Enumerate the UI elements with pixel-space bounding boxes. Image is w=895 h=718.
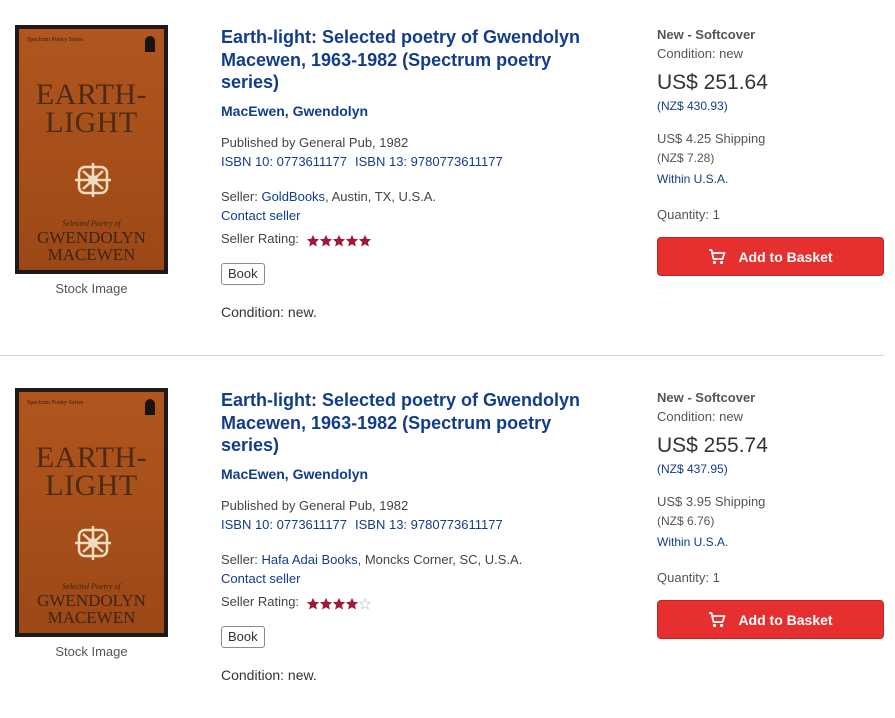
stock-image-caption: Stock Image <box>55 281 128 296</box>
cart-icon <box>709 611 726 627</box>
binding-type: New - Softcover <box>657 390 756 405</box>
converted-price[interactable]: (NZ$ 430.93) <box>657 99 728 113</box>
seller-rating: Seller Rating: <box>221 231 372 247</box>
search-result-listing: Spectrum Poetry Series EARTH- LIGHT Sele… <box>0 363 895 718</box>
publisher-info: Published by General Pub, 1982 <box>221 135 409 150</box>
quantity-label: Quantity: 1 <box>657 570 720 585</box>
cover-author: GWENDOLYN MACEWEN <box>19 229 164 263</box>
isbn10-link[interactable]: ISBN 10: 0773611177 <box>221 154 347 169</box>
star-filled-icon <box>345 597 358 610</box>
isbn-info: ISBN 10: 0773611177 ISBN 13: 978077361117… <box>221 154 503 169</box>
seller-name-link[interactable]: Hafa Adai Books <box>261 552 357 567</box>
star-filled-icon <box>345 234 358 247</box>
seller-info: Seller: Hafa Adai Books, Moncks Corner, … <box>221 552 522 567</box>
seller-info: Seller: GoldBooks, Austin, TX, U.S.A. <box>221 189 436 204</box>
isbn10-link[interactable]: ISBN 10: 0773611177 <box>221 517 347 532</box>
format-badge: Book <box>221 626 265 648</box>
seller-location: , Austin, TX, U.S.A. <box>325 189 437 204</box>
cover-author-line: MACEWEN <box>47 608 136 627</box>
seller-rating-label: Seller Rating: <box>221 231 300 246</box>
search-result-listing: Spectrum Poetry Series EARTH- LIGHT Sele… <box>0 0 895 355</box>
condition-label: Condition: new <box>657 409 743 424</box>
isbn13-link[interactable]: ISBN 13: 9780773611177 <box>355 154 503 169</box>
seller-name-link[interactable]: GoldBooks <box>261 189 325 204</box>
converted-price[interactable]: (NZ$ 437.95) <box>657 462 728 476</box>
seller-rating-stars[interactable] <box>306 232 372 247</box>
star-filled-icon <box>319 597 332 610</box>
stock-image-caption: Stock Image <box>55 644 128 659</box>
condition-note: Condition: new. <box>221 667 317 683</box>
seller-rating-stars[interactable] <box>306 595 372 610</box>
book-cover-image[interactable]: Spectrum Poetry Series EARTH- LIGHT Sele… <box>15 388 168 637</box>
cover-title: EARTH- LIGHT <box>19 78 164 139</box>
format-badge: Book <box>221 263 265 285</box>
cover-title: EARTH- LIGHT <box>19 441 164 502</box>
publisher-info: Published by General Pub, 1982 <box>221 498 409 513</box>
cover-title-line: EARTH- <box>35 441 148 474</box>
add-to-basket-button[interactable]: Add to Basket <box>657 600 884 639</box>
seller-rating: Seller Rating: <box>221 594 372 610</box>
author-name: MacEwen, Gwendolyn <box>221 103 369 119</box>
cover-author-line: MACEWEN <box>47 245 136 264</box>
seller-rating-label: Seller Rating: <box>221 594 300 609</box>
star-filled-icon <box>306 234 319 247</box>
shipping-destination-link[interactable]: Within U.S.A. <box>657 172 728 186</box>
isbn-info: ISBN 10: 0773611177 ISBN 13: 978077361117… <box>221 517 503 532</box>
cover-title-line: LIGHT <box>45 469 138 502</box>
publisher-logo <box>145 399 155 415</box>
add-to-basket-label: Add to Basket <box>738 248 833 265</box>
cover-title-line: EARTH- <box>35 78 148 111</box>
book-title-link[interactable]: Earth-light: Selected poetry of Gwendoly… <box>221 26 601 94</box>
cover-series: Spectrum Poetry Series <box>27 37 84 43</box>
cover-series: Spectrum Poetry Series <box>27 400 84 406</box>
shipping-cost: US$ 4.25 Shipping <box>657 131 766 146</box>
star-filled-icon <box>358 234 371 247</box>
condition-note: Condition: new. <box>221 304 317 320</box>
converted-shipping: (NZ$ 7.28) <box>657 151 715 165</box>
cover-author: GWENDOLYN MACEWEN <box>19 592 164 626</box>
star-filled-icon <box>319 234 332 247</box>
add-to-basket-label: Add to Basket <box>738 611 833 628</box>
star-empty-icon <box>358 597 371 610</box>
price: US$ 251.64 <box>657 71 768 94</box>
shipping-cost: US$ 3.95 Shipping <box>657 494 766 509</box>
book-cover-image[interactable]: Spectrum Poetry Series EARTH- LIGHT Sele… <box>15 25 168 274</box>
star-filled-icon <box>306 597 319 610</box>
cover-subtitle: Selected Poetry of <box>62 219 121 228</box>
star-filled-icon <box>332 234 345 247</box>
cart-icon <box>709 248 726 264</box>
book-cover-art: Spectrum Poetry Series EARTH- LIGHT Sele… <box>19 392 164 633</box>
book-title-link[interactable]: Earth-light: Selected poetry of Gwendoly… <box>221 389 601 457</box>
price: US$ 255.74 <box>657 434 768 457</box>
seller-label: Seller: <box>221 552 262 567</box>
shipping-destination-link[interactable]: Within U.S.A. <box>657 535 728 549</box>
star-filled-icon <box>332 597 345 610</box>
seller-label: Seller: <box>221 189 262 204</box>
book-cover-art: Spectrum Poetry Series EARTH- LIGHT Sele… <box>19 29 164 270</box>
listing-divider <box>0 355 884 356</box>
contact-seller-link[interactable]: Contact seller <box>221 571 300 586</box>
publisher-logo <box>145 36 155 52</box>
cover-author-line: GWENDOLYN <box>37 228 146 247</box>
condition-label: Condition: new <box>657 46 743 61</box>
cover-author-line: GWENDOLYN <box>37 591 146 610</box>
add-to-basket-button[interactable]: Add to Basket <box>657 237 884 276</box>
binding-type: New - Softcover <box>657 27 756 42</box>
author-name: MacEwen, Gwendolyn <box>221 466 369 482</box>
isbn13-link[interactable]: ISBN 13: 9780773611177 <box>355 517 503 532</box>
quantity-label: Quantity: 1 <box>657 207 720 222</box>
cover-title-line: LIGHT <box>45 106 138 139</box>
cover-emblem-icon <box>75 163 111 197</box>
seller-location: , Moncks Corner, SC, U.S.A. <box>357 552 523 567</box>
contact-seller-link[interactable]: Contact seller <box>221 208 300 223</box>
cover-emblem-icon <box>75 526 111 560</box>
converted-shipping: (NZ$ 6.76) <box>657 514 715 528</box>
cover-subtitle: Selected Poetry of <box>62 582 121 591</box>
